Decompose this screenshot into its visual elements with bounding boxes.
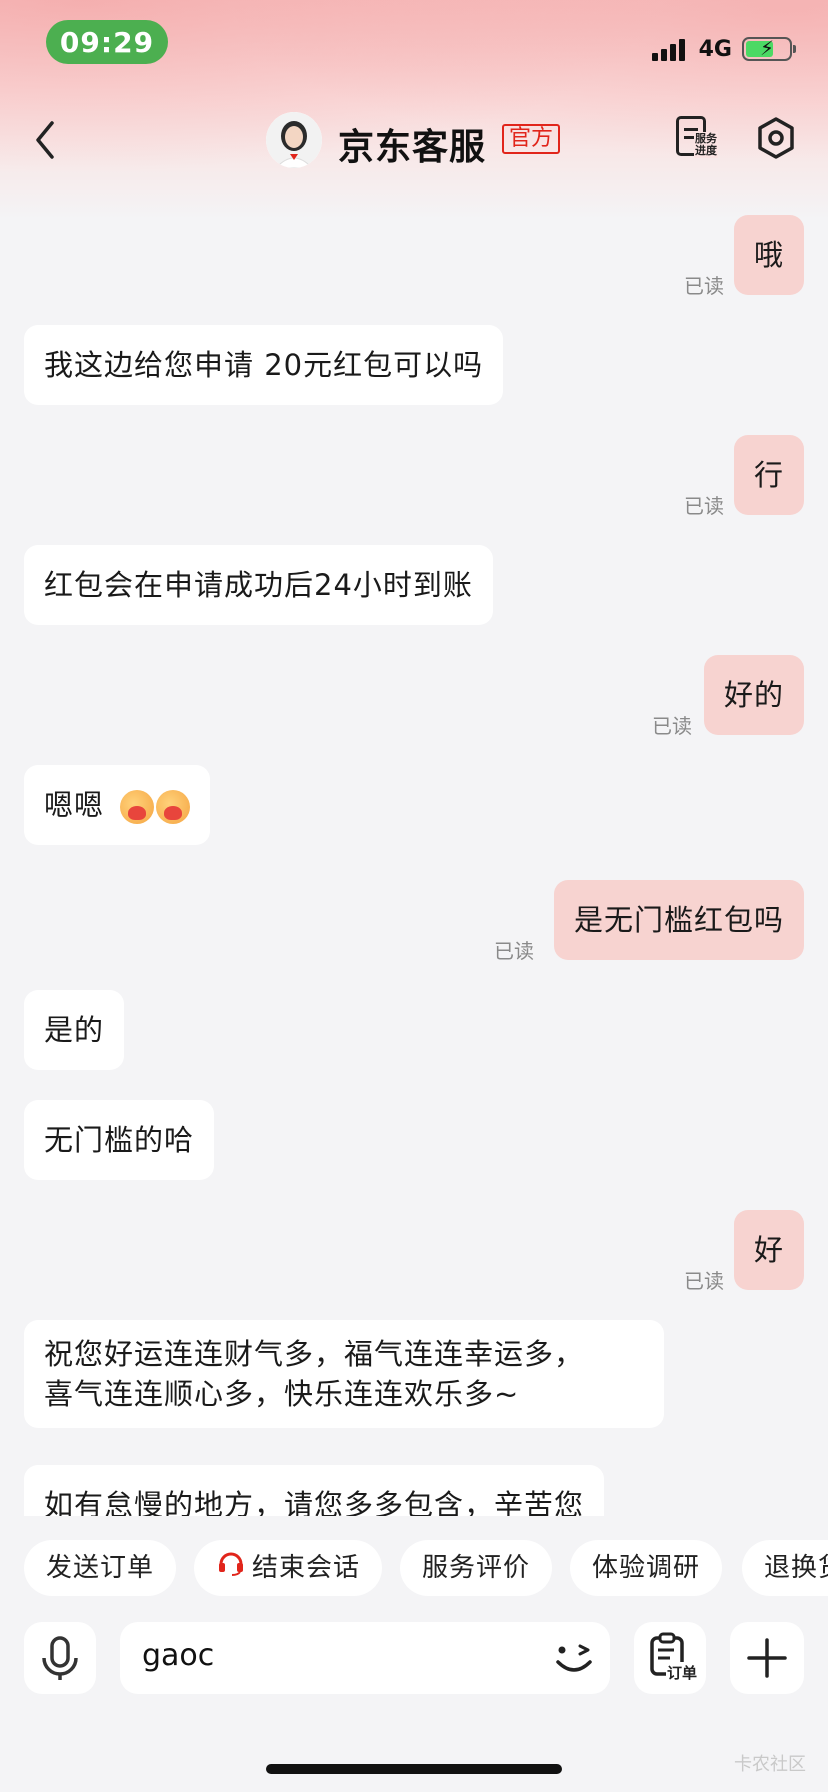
message-text: 嗯嗯	[44, 788, 105, 822]
plus-icon	[747, 1638, 787, 1678]
message-out[interactable]: 好	[733, 1210, 804, 1290]
survey-chip[interactable]: 体验调研	[570, 1540, 723, 1596]
message-in[interactable]: 如有怠慢的地方，请您多多包含，辛苦您	[24, 1465, 605, 1516]
return-exchange-chip[interactable]: 退换货	[742, 1540, 828, 1596]
end-session-label: 结束会话	[252, 1553, 361, 1583]
message-in[interactable]: 红包会在申请成功后24小时到账	[24, 545, 493, 625]
message-line: 祝您好运连连财气多，福气连连幸运多，	[44, 1337, 585, 1371]
home-indicator[interactable]	[266, 1764, 562, 1774]
read-receipt: 已读	[494, 939, 534, 963]
read-receipt: 已读	[684, 274, 724, 298]
back-button[interactable]	[28, 115, 68, 165]
hug-emoji-icon	[156, 790, 191, 824]
agent-portrait-icon	[266, 112, 322, 168]
read-receipt: 已读	[684, 1269, 724, 1293]
hug-emoji-icon	[120, 790, 155, 824]
quick-action-bar[interactable]: 发送订单 结束会话 服务评价 体验调研 退换货	[0, 1536, 828, 1600]
order-button-label: 订单	[666, 1662, 699, 1683]
signal-icon	[651, 37, 685, 61]
headset-icon	[216, 1541, 246, 1597]
service-progress-label: 服务 进度	[694, 132, 718, 158]
clipboard-icon	[650, 1632, 684, 1676]
page-title: 京东客服	[338, 127, 487, 168]
chat-message-list[interactable]: 哦 已读 我这边给您申请 20元红包可以吗 行 已读 红包会在申请成功后24小时…	[0, 200, 828, 1516]
more-actions-button[interactable]	[730, 1622, 804, 1694]
message-out[interactable]: 哦	[733, 215, 804, 295]
order-button[interactable]: 订单	[634, 1622, 706, 1694]
voice-input-button[interactable]	[24, 1622, 96, 1694]
message-out[interactable]: 是无门槛红包吗	[553, 880, 804, 960]
message-in[interactable]: 无门槛的哈	[24, 1100, 215, 1180]
settings-hexagon-icon	[758, 117, 794, 159]
message-in[interactable]: 是的	[24, 990, 125, 1070]
status-time: 09:29	[46, 20, 168, 64]
message-in[interactable]: 祝您好运连连财气多，福气连连幸运多， 喜气连连顺心多，快乐连连欢乐多~	[24, 1320, 664, 1428]
message-input[interactable]: gaoc	[120, 1622, 610, 1694]
wink-face-icon	[556, 1644, 592, 1672]
watermark: 卡农社区	[734, 1754, 806, 1775]
message-out[interactable]: 行	[733, 435, 804, 515]
message-in[interactable]: 我这边给您申请 20元红包可以吗	[24, 325, 504, 405]
battery-icon: ⚡	[742, 36, 796, 61]
message-line: 喜气连连顺心多，快乐连连欢乐多~	[44, 1377, 520, 1411]
read-receipt: 已读	[684, 494, 724, 518]
chevron-left-icon	[36, 121, 54, 159]
message-input-text: gaoc	[142, 1638, 215, 1673]
network-type: 4G	[698, 36, 732, 62]
agent-avatar[interactable]	[266, 112, 322, 168]
official-badge: 官方	[502, 124, 561, 154]
settings-button[interactable]	[756, 116, 796, 160]
message-in[interactable]: 嗯嗯	[24, 765, 211, 845]
status-indicators: 4G ⚡	[651, 32, 796, 66]
service-rating-chip[interactable]: 服务评价	[400, 1540, 553, 1596]
message-out[interactable]: 好的	[703, 655, 804, 735]
service-progress-button[interactable]: 服务 进度	[674, 114, 722, 162]
end-session-chip[interactable]: 结束会话	[194, 1540, 383, 1597]
microphone-icon	[42, 1636, 78, 1680]
read-receipt: 已读	[652, 714, 692, 738]
send-order-chip[interactable]: 发送订单	[24, 1540, 177, 1596]
emoji-button[interactable]	[552, 1636, 596, 1680]
